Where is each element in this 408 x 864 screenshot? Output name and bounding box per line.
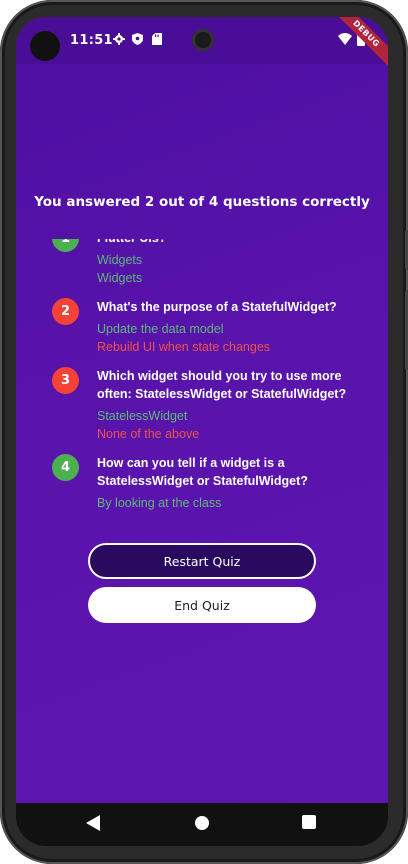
question-number-badge: 3 [52, 367, 79, 394]
wifi-icon [338, 32, 352, 46]
home-icon[interactable] [194, 815, 210, 836]
summary-item: 1 Flutter UIs? Widgets Widgets [16, 239, 388, 287]
question-text: How can you tell if a widget is a Statel… [97, 456, 308, 488]
results-title: You answered 2 out of 4 questions correc… [34, 194, 370, 210]
front-camera [192, 29, 214, 51]
summary-item: 4 How can you tell if a widget is a State… [16, 454, 388, 512]
user-answer: By looking at the class [97, 496, 222, 510]
answers-summary-list[interactable]: 1 Flutter UIs? Widgets Widgets 2 What's the p… [16, 239, 388, 512]
user-answer: StatelessWidget [97, 409, 188, 423]
correct-answer: Rebuild UI when state changes [97, 340, 271, 354]
correct-answer: None of the above [97, 427, 200, 441]
end-quiz-button[interactable]: End Quiz [88, 587, 316, 623]
question-text: Flutter UIs? [97, 239, 374, 247]
back-icon[interactable] [86, 815, 100, 836]
question-number-badge: 2 [52, 298, 79, 325]
question-number-badge: 1 [52, 239, 79, 252]
summary-item: 3 Which widget should you try to use more… [16, 367, 388, 443]
recents-icon[interactable] [302, 815, 316, 834]
app-screen: 11:51 DEBUG You answered 2 out of 4 ques… [16, 17, 388, 803]
correct-answer: Widgets [97, 271, 143, 285]
user-answer: Update the data model [97, 322, 224, 336]
restart-quiz-button[interactable]: Restart Quiz [88, 543, 316, 579]
question-number-badge: 4 [52, 454, 79, 481]
question-text: What's the purpose of a StatefulWidget? [97, 300, 337, 314]
shield-icon [130, 32, 144, 46]
status-bar: 11:51 DEBUG [16, 17, 388, 73]
system-nav-bar [16, 803, 388, 846]
punch-hole-camera [30, 31, 60, 61]
summary-item: 2 What's the purpose of a StatefulWidget?… [16, 298, 388, 356]
sd-card-icon [150, 32, 164, 46]
user-answer: Widgets [97, 253, 143, 267]
status-time: 11:51 [70, 33, 113, 48]
question-text: Which widget should you try to use more … [97, 369, 347, 401]
gear-icon [112, 32, 126, 46]
